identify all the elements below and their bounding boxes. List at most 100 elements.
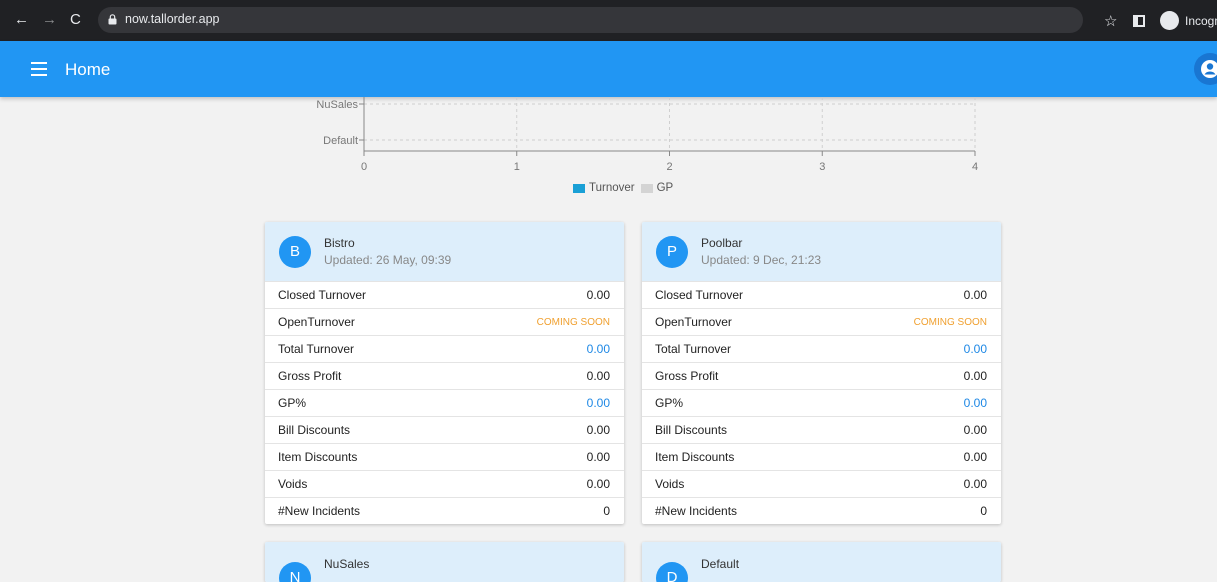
metric-row: #New Incidents 0 <box>265 497 624 524</box>
card-updated-time: Updated: 26 May, 09:39 <box>324 253 452 267</box>
menu-icon[interactable] <box>31 62 47 76</box>
metric-row: Closed Turnover 0.00 <box>642 281 1001 308</box>
y-category-label: NuSales <box>316 99 358 111</box>
metric-value: 0 <box>980 504 987 518</box>
outlet-card-nusales[interactable]: N NuSales <box>265 542 624 582</box>
metric-label: Voids <box>655 477 685 491</box>
metric-label: Total Turnover <box>655 342 732 356</box>
legend-swatch-gp <box>640 183 653 193</box>
incognito-icon[interactable] <box>1160 11 1179 30</box>
metric-row: GP% 0.00 <box>265 389 624 416</box>
metric-value: 0.00 <box>963 423 987 437</box>
metric-row: Bill Discounts 0.00 <box>642 416 1001 443</box>
card-updated-time: Updated: 9 Dec, 21:23 <box>701 253 822 267</box>
browser-toolbar: ← → C now.tallorder.app ☆ Incogn <box>0 0 1217 41</box>
legend-label-gp: GP <box>656 182 674 194</box>
page-title: Home <box>65 60 111 79</box>
metric-label: Closed Turnover <box>278 288 367 302</box>
card-metrics-list: Closed Turnover 0.00 OpenTurnover COMING SO… <box>642 281 1001 524</box>
metric-row: OpenTurnover COMING SOON <box>265 308 624 335</box>
legend-label-turnover: Turnover <box>589 182 635 194</box>
outlet-card-poolbar[interactable]: P Poolbar Updated: 9 Dec, 21:23 Closed T… <box>642 222 1001 524</box>
avatar: D <box>656 562 688 582</box>
metric-row: Total Turnover 0.00 <box>265 335 624 362</box>
metric-label: GP% <box>278 396 307 410</box>
legend-swatch-turnover <box>573 183 585 193</box>
metric-label: Total Turnover <box>278 342 355 356</box>
bookmark-star-icon[interactable]: ☆ <box>1104 12 1117 30</box>
metric-value: 0.00 <box>586 423 610 437</box>
metric-value: 0.00 <box>963 450 987 464</box>
metric-label: #New Incidents <box>278 504 361 518</box>
metric-label: Gross Profit <box>655 369 719 383</box>
metric-value: 0.00 <box>586 477 610 491</box>
x-tick-label: 2 <box>666 161 672 173</box>
side-panel-icon[interactable] <box>1133 14 1145 27</box>
metric-row: Total Turnover 0.00 <box>642 335 1001 362</box>
url-text: now.tallorder.app <box>125 12 220 26</box>
metric-row: Item Discounts 0.00 <box>642 443 1001 470</box>
avatar: N <box>279 562 311 582</box>
card-title: Default <box>701 557 740 571</box>
metric-label: Item Discounts <box>655 450 735 464</box>
back-arrow-icon[interactable]: ← <box>14 11 29 29</box>
metric-label: Item Discounts <box>278 450 358 464</box>
reload-icon[interactable]: C <box>70 11 81 29</box>
x-tick-label: 1 <box>514 161 520 173</box>
card-title: NuSales <box>324 557 370 571</box>
card-header: B Bistro Updated: 26 May, 09:39 <box>265 222 624 281</box>
chart-grid <box>363 97 976 151</box>
metric-row: Item Discounts 0.00 <box>265 443 624 470</box>
metric-label: Voids <box>278 477 308 491</box>
metric-value: 0.00 <box>963 342 987 356</box>
metric-value: 0.00 <box>586 288 610 302</box>
metric-value: 0.00 <box>963 288 987 302</box>
card-header: D Default <box>642 542 1001 582</box>
address-bar[interactable]: now.tallorder.app <box>98 7 1083 33</box>
chart-axes <box>359 97 976 156</box>
outlet-card-bistro[interactable]: B Bistro Updated: 26 May, 09:39 Closed T… <box>265 222 624 524</box>
side-panel-group <box>1133 0 1145 41</box>
metric-value: 0 <box>603 504 610 518</box>
card-header: P Poolbar Updated: 9 Dec, 21:23 <box>642 222 1001 281</box>
metric-value: 0.00 <box>963 396 987 410</box>
card-metrics-list: Closed Turnover 0.00 OpenTurnover COMING SO… <box>265 281 624 524</box>
metric-value: 0.00 <box>963 369 987 383</box>
x-tick-label: 3 <box>819 161 825 173</box>
account-icon <box>1201 60 1217 78</box>
account-button[interactable] <box>1194 53 1217 85</box>
metric-row: GP% 0.00 <box>642 389 1001 416</box>
avatar: B <box>279 236 311 268</box>
metric-row: Bill Discounts 0.00 <box>265 416 624 443</box>
card-header: N NuSales <box>265 542 624 582</box>
metric-value: 0.00 <box>586 396 610 410</box>
metric-value: 0.00 <box>963 477 987 491</box>
metric-value: COMING SOON <box>913 316 987 328</box>
metric-row: Closed Turnover 0.00 <box>265 281 624 308</box>
metric-label: OpenTurnover <box>655 315 732 329</box>
metric-row: Voids 0.00 <box>265 470 624 497</box>
x-tick-label: 0 <box>361 161 367 173</box>
profile-group: Incogn <box>1160 0 1217 41</box>
metric-row: Gross Profit 0.00 <box>265 362 624 389</box>
lock-icon <box>108 14 117 25</box>
chart-category-labels: NuSales Default <box>316 99 358 147</box>
metric-label: #New Incidents <box>655 504 738 518</box>
metric-value: 0.00 <box>586 342 610 356</box>
metric-value: 0.00 <box>586 450 610 464</box>
y-category-label: Default <box>323 135 358 147</box>
metric-label: OpenTurnover <box>278 315 355 329</box>
chrome-actions: ☆ <box>1104 0 1117 41</box>
card-title: Poolbar <box>701 236 743 250</box>
metric-value: 0.00 <box>586 369 610 383</box>
metric-label: GP% <box>655 396 684 410</box>
forward-arrow-icon[interactable]: → <box>42 11 57 29</box>
metric-value: COMING SOON <box>536 316 610 328</box>
chart-tick-labels: 0 1 2 3 4 <box>361 161 978 173</box>
app-bar: Home <box>0 41 1217 97</box>
avatar: P <box>656 236 688 268</box>
chart-legend: Turnover GP <box>573 182 673 194</box>
card-title: Bistro <box>324 236 355 250</box>
outlet-card-default[interactable]: D Default <box>642 542 1001 582</box>
metric-label: Closed Turnover <box>655 288 744 302</box>
